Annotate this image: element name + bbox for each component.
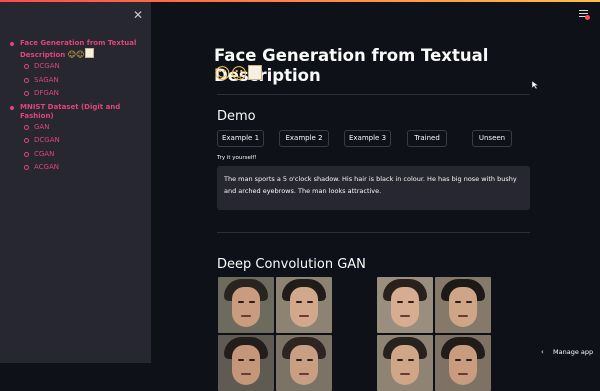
generated-face-image — [435, 335, 491, 391]
dcgan-heading: Deep Convolution GAN — [217, 257, 366, 272]
generated-face-image — [435, 277, 491, 333]
sidebar-subitem-sagan[interactable]: SAGAN — [8, 76, 146, 85]
textarea-label: Try it yourself! — [217, 155, 257, 161]
sidebar-subitem-acgan[interactable]: ACGAN — [8, 163, 146, 172]
generated-face-image — [377, 277, 433, 333]
manage-app-button[interactable]: Manage app — [553, 348, 593, 356]
sidebar-nav: Face Generation from Textual Description… — [8, 39, 146, 177]
title-emoji-group: ☺☺ — [214, 64, 263, 83]
example-3-button[interactable]: Example 3 — [344, 130, 391, 147]
example-2-button[interactable]: Example 2 — [279, 130, 329, 147]
sidebar-subitem-dcgan[interactable]: DCGAN — [8, 62, 146, 71]
status-dot — [585, 15, 590, 20]
sidebar: ✕ Face Generation from Textual Descripti… — [0, 2, 151, 363]
sidebar-subitem-cgan[interactable]: CGAN — [8, 150, 146, 159]
demo-heading: Demo — [217, 109, 256, 124]
chevron-left-icon[interactable]: ‹ — [541, 348, 544, 356]
sidebar-subitem-gan[interactable]: GAN — [8, 123, 146, 132]
sidebar-item-mnist[interactable]: MNIST Dataset (Digit and Fashion) — [8, 103, 146, 121]
generated-face-image — [276, 277, 332, 333]
textarea-value: The man sports a 5 o'clock shadow. His h… — [224, 175, 517, 195]
divider — [217, 232, 530, 233]
sidebar-subitem-dcgan-mnist[interactable]: DCGAN — [8, 136, 146, 145]
emoji-group: ☺☺ — [68, 48, 95, 59]
close-icon[interactable]: ✕ — [133, 8, 143, 22]
unseen-button[interactable]: Unseen — [472, 130, 512, 147]
hamburger-icon[interactable] — [579, 10, 590, 20]
divider — [217, 94, 530, 95]
generated-face-image — [377, 335, 433, 391]
generated-face-image — [276, 335, 332, 391]
sidebar-item-face-generation[interactable]: Face Generation from Textual Description… — [8, 39, 146, 60]
generated-face-image — [218, 335, 274, 391]
mouse-cursor-icon — [532, 81, 538, 89]
trained-button[interactable]: Trained — [407, 130, 447, 147]
sidebar-subitem-dfgan[interactable]: DFGAN — [8, 89, 146, 98]
page-title: Face Generation from Textual Description — [214, 46, 489, 85]
generated-face-image — [218, 277, 274, 333]
description-textarea[interactable]: The man sports a 5 o'clock shadow. His h… — [217, 166, 530, 210]
example-1-button[interactable]: Example 1 — [217, 130, 264, 147]
